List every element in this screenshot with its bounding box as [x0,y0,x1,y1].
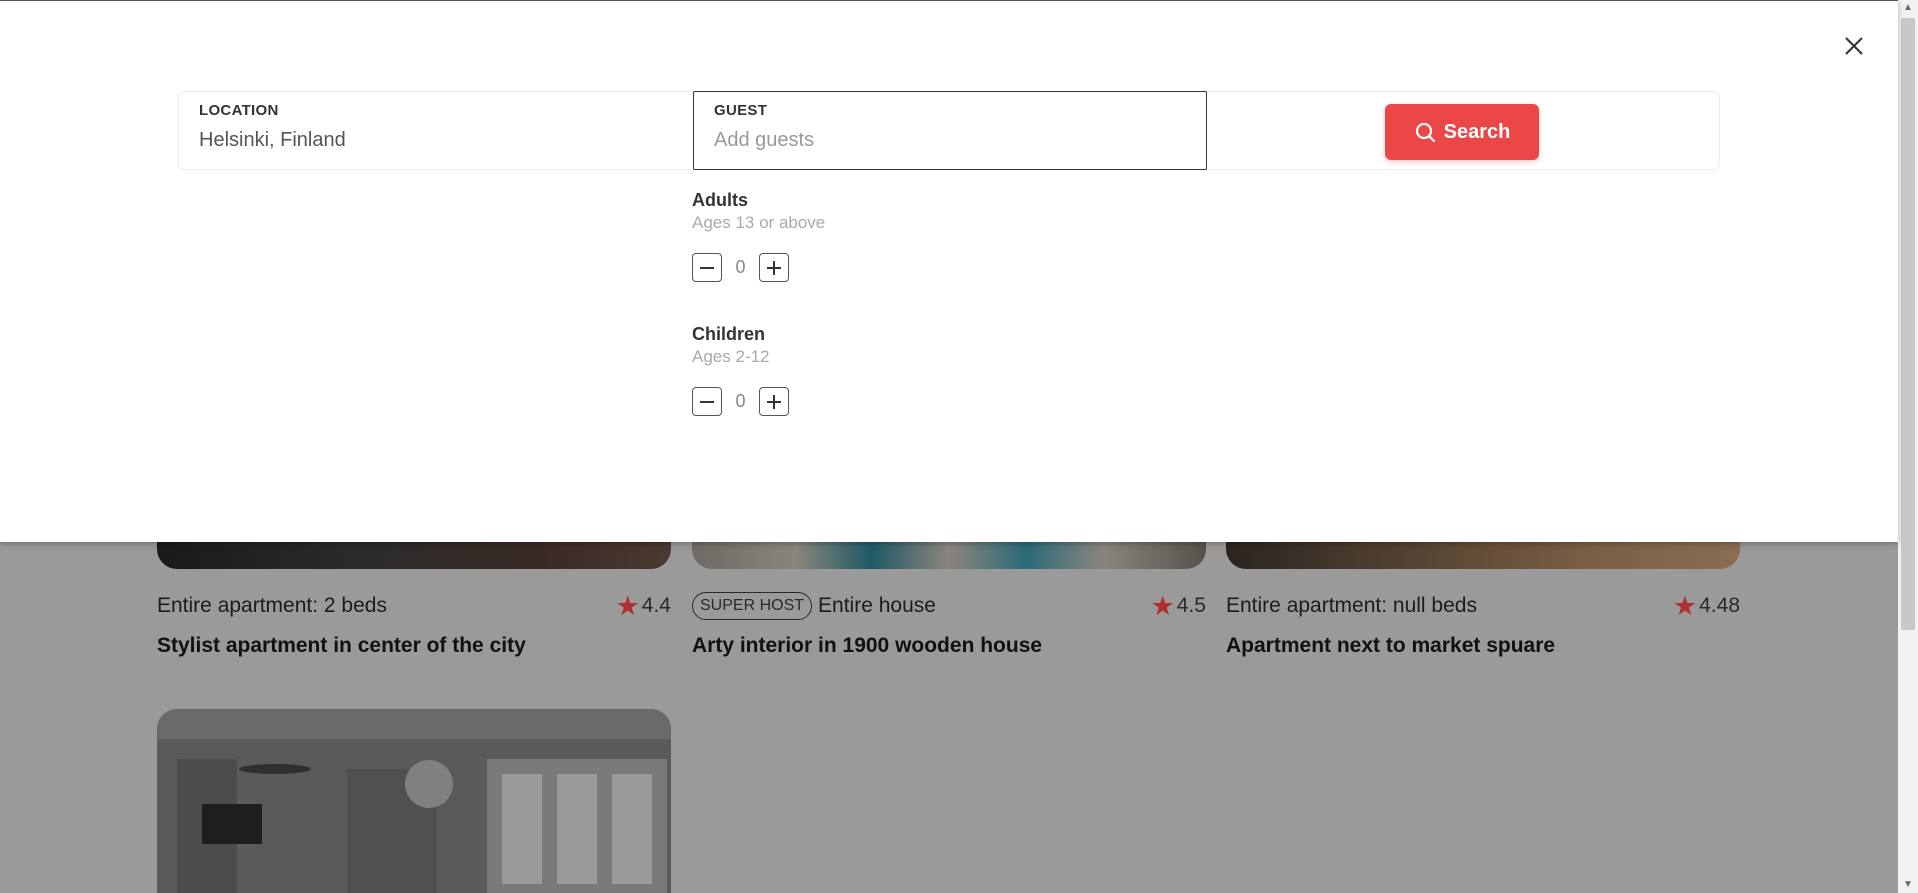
search-modal: LOCATION Helsinki, Finland GUEST Add gue… [0,0,1898,542]
plus-icon [767,394,781,409]
children-group: Children Ages 2-12 0 [692,324,789,416]
adults-subtitle: Ages 13 or above [692,213,826,232]
adults-title: Adults [692,190,748,210]
listing-type: Entire house [818,594,936,617]
listing-photo[interactable] [157,541,671,569]
guest-input[interactable]: Add guests [714,129,1186,152]
living-room-photo [157,709,671,893]
star-icon: ★ [1672,590,1698,621]
search-icon [1415,122,1435,143]
listing-title[interactable]: Apartment next to market spuare [1226,634,1555,658]
listing-rating: ★ 4.4 [615,590,671,621]
minus-icon [700,400,714,403]
star-icon: ★ [1150,590,1175,621]
scroll-up-arrow-icon[interactable]: ▲ [1898,0,1918,16]
adults-stepper: 0 [692,253,825,282]
listing-meta: Entire apartment: null beds ★ 4.48 [1226,591,1740,621]
location-field[interactable]: LOCATION Helsinki, Finland [179,92,693,169]
listing-meta: SUPER HOST Entire house ★ 4.5 [692,591,1206,621]
children-title: Children [692,324,766,344]
children-subtitle: Ages 2-12 [692,347,770,366]
scroll-thumb[interactable] [1901,18,1915,630]
adults-increment-button[interactable] [759,253,789,282]
children-stepper: 0 [692,387,789,416]
guest-field[interactable]: GUEST Add guests [693,91,1207,170]
superhost-badge: SUPER HOST [692,592,813,620]
children-increment-button[interactable] [759,387,789,416]
listing-meta: Entire apartment: 2 beds ★ 4.4 [157,591,671,621]
close-icon [1845,37,1863,55]
search-button[interactable]: Search [1385,104,1539,160]
plus-icon [767,260,781,275]
adults-decrement-button[interactable] [692,253,722,282]
close-button[interactable] [1840,33,1868,61]
listing-rating: ★ 4.5 [1150,590,1206,621]
children-count: 0 [735,391,746,411]
rating-value: 4.5 [1176,594,1206,617]
listing-photo[interactable] [692,541,1206,569]
location-label: LOCATION [199,102,279,119]
listing-photo[interactable] [1226,541,1740,569]
star-icon: ★ [615,590,640,621]
listing-title[interactable]: Arty interior in 1900 wooden house [692,634,1042,658]
vertical-scrollbar[interactable]: ▲ ▼ [1898,0,1918,893]
minus-icon [700,266,714,269]
listing-type: Entire apartment: null beds [1226,594,1477,617]
rating-value: 4.48 [1699,594,1740,617]
adults-group: Adults Ages 13 or above 0 [692,190,825,282]
adults-count: 0 [735,257,746,277]
listing-rating: ★ 4.48 [1672,590,1740,621]
guest-label: GUEST [714,102,768,119]
listing-type: Entire apartment: 2 beds [157,594,387,617]
scroll-down-arrow-icon[interactable]: ▼ [1898,877,1918,893]
search-button-label: Search [1443,120,1511,143]
search-bar: LOCATION Helsinki, Finland GUEST Add gue… [178,91,1720,170]
listing-photo-4[interactable] [157,709,671,893]
listing-title[interactable]: Stylist apartment in center of the city [157,634,526,658]
children-decrement-button[interactable] [692,387,722,416]
location-value[interactable]: Helsinki, Finland [199,129,673,152]
rating-value: 4.4 [641,594,671,617]
